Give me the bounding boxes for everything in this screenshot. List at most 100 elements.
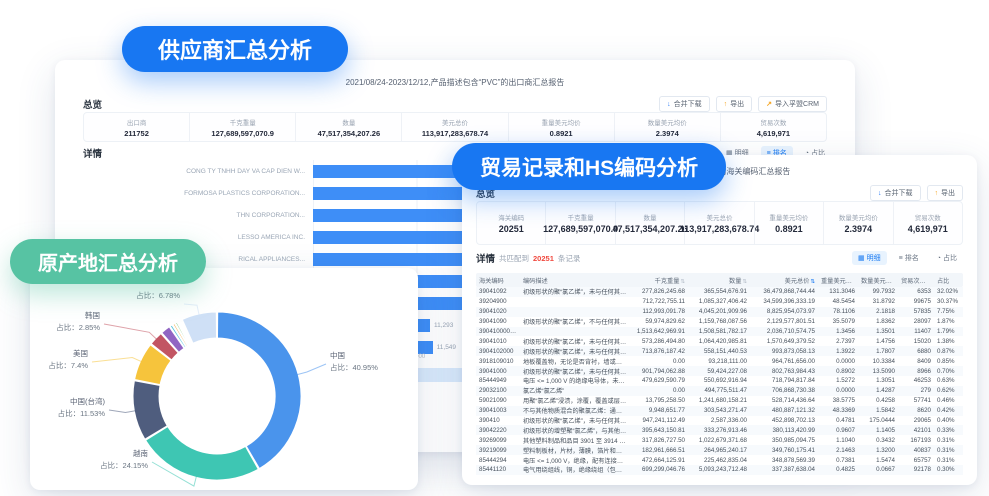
stat-重量美元均价: 重量美元均价0.8921 <box>754 202 823 244</box>
cell: 0.9607 <box>818 427 858 434</box>
cell: 15020 <box>898 338 934 345</box>
table-row[interactable]: 39041000初级形状的聚“氯乙烯”，未与任何其他物质混合 + 未搀杂/未混标… <box>476 366 963 376</box>
table-row[interactable]: 39041092初级形状的聚“氯乙烯”，未与任何其他物质混合：其他：粉末277,… <box>476 287 963 297</box>
stat-value: 127,689,597,070.9 <box>543 224 618 234</box>
donut-slice-越南[interactable] <box>146 427 259 480</box>
button-label: 导出 <box>941 188 955 198</box>
donut-label-name: 美国 <box>48 348 88 360</box>
grid-icon: ▦ <box>858 254 865 262</box>
donut-label-other: 占比：6.78% <box>136 290 180 302</box>
cell: 1,241,680,158.21 <box>688 397 750 404</box>
view-tab-明细[interactable]: ▦明细 <box>852 251 887 265</box>
cell: 地板覆盖物，无论是否背衬，墙或顶棚覆盖物形式，以及铺贴或不可形变重… <box>520 357 630 366</box>
donut-label-percent: 占比：2.85% <box>56 322 100 334</box>
cell: 337,387,638.04 <box>750 466 818 473</box>
column-header-千克重量[interactable]: 千克重量⇅ <box>630 276 688 285</box>
stat-美元总价: 美元总价113,917,283,678.74 <box>684 202 753 244</box>
stat-label: 数量美元均价 <box>648 117 687 127</box>
table-row[interactable]: 85444949电压 <= 1,000 V 的绝缘电导体，未安装连接器，其他绝缘… <box>476 376 963 386</box>
donut-slice-中国[interactable] <box>218 312 301 469</box>
cell: 39041010 <box>476 338 520 345</box>
cell: 39204900 <box>476 298 520 305</box>
column-header-数量[interactable]: 数量⇅ <box>688 276 750 285</box>
table-row[interactable]: 39219099塑料制板材，片材，薄膜，箔片和扁条，经过增强，层压，支撑或与其他… <box>476 445 963 455</box>
view-tab-占比[interactable]: ◔占比 <box>931 251 963 265</box>
table-row[interactable]: 39041090初级形状的聚“氯乙烯”，不与任何其他物质混合：其他聚（氯乙烯）…… <box>476 317 963 327</box>
table-row[interactable]: 29032100氯乙烯“氯乙烯”0.00494,775,511.47706,86… <box>476 386 963 396</box>
cell: 0.85% <box>934 358 963 365</box>
export-button[interactable]: ↑导出 <box>927 185 964 201</box>
cell: 塑料制板材，片材，薄膜，箔片和扁条，经过增强，层压，支撑或与其他… <box>520 446 630 455</box>
cell: 167193 <box>898 437 934 444</box>
cell: 0.42% <box>934 407 963 414</box>
cell: 初级形状的聚“氯乙烯”，未与任何其他物质混合 + 未提供/未知标签 + <box>520 416 630 425</box>
cell: 1.3456 <box>818 328 858 335</box>
bar-category-label: FORMOSA PLASTICS CORPORATION... <box>83 190 305 197</box>
table-row[interactable]: 39041020112,993,091.784,045,201,909.968,… <box>476 307 963 317</box>
detail-section-label: 详情 <box>476 251 495 265</box>
cell: 699,299,046.76 <box>630 466 688 473</box>
merge-download-button[interactable]: ↓合并下载 <box>870 185 921 201</box>
stat-value: 0.8921 <box>550 129 573 138</box>
cell: 1,508,581,782.17 <box>688 328 750 335</box>
button-label: 合并下载 <box>885 188 913 198</box>
column-header-海关编码: 海关编码 <box>476 276 520 285</box>
table-row[interactable]: 3904102000初级形状的聚“氯乙烯”，未与任何其他物质混合：悬浮级 PVC… <box>476 346 963 356</box>
table-row[interactable]: 39204900712,722,755.111,085,327,406.4234… <box>476 297 963 307</box>
sort-icon[interactable]: ⇅ <box>742 279 747 285</box>
donut-label-leader <box>184 304 199 315</box>
stat-数量: 数量47,517,354,207.26 <box>295 113 401 141</box>
stat-label: 数量美元均价 <box>839 212 878 222</box>
stat-label: 重量美元均价 <box>769 212 808 222</box>
table-row[interactable]: 85444294电压 <= 1,000 V，绝缘，配有连接器的电导体，其他：电压… <box>476 455 963 465</box>
merge-download-button[interactable]: ↓合并下载 <box>659 96 710 112</box>
cell: 8620 <box>898 407 934 414</box>
cell: 2,129,577,801.51 <box>750 318 818 325</box>
cell: 1.5474 <box>858 457 898 464</box>
sort-icon[interactable]: ⇅ <box>680 279 685 285</box>
table-row[interactable]: 39041010初级形状的聚“氯乙烯”，未与任何其他物质混合：乳液级 PVC 树… <box>476 336 963 346</box>
sort-icon[interactable]: ⇅ <box>927 279 932 285</box>
table-row[interactable]: 39041003不与其他物质混合的聚氯乙烯：通过本体法或悬浮聚合工艺获得的聚氯乙… <box>476 406 963 416</box>
table-row[interactable]: 390410初级形状的聚“氯乙烯”，未与任何其他物质混合 + 未提供/未知标签 … <box>476 416 963 426</box>
cell: 5,093,243,712.48 <box>688 466 750 473</box>
table-row[interactable]: 3918109010地板覆盖物，无论是否背衬，墙或顶棚覆盖物形式，以及铺贴或不可… <box>476 356 963 366</box>
table-row[interactable]: 39042220初级形状的增塑聚“氯乙烯”，与其他物质混合：颗粒395,643,… <box>476 425 963 435</box>
cell: 35.5079 <box>818 318 858 325</box>
table-row[interactable]: 39269099其他塑料制品和品目 3901 至 3914 所列的其他材料制品（… <box>476 435 963 445</box>
cell: 39041020 <box>476 308 520 315</box>
cell: 2.1818 <box>858 308 898 315</box>
cell: 494,775,511.47 <box>688 387 750 394</box>
sort-icon[interactable]: ⇅ <box>810 279 815 285</box>
view-tab-排名[interactable]: ≡排名 <box>893 251 925 265</box>
cell: 0.70% <box>934 368 963 375</box>
column-header-label: 数量 <box>729 278 741 285</box>
donut-label-percent: 占比：7.4% <box>48 360 88 372</box>
table-row[interactable]: 3904100000191,513,642,969.911,508,581,78… <box>476 327 963 337</box>
cell: 303,543,271.47 <box>688 407 750 414</box>
table-row[interactable]: 59021090用聚“氯乙烯”浸渍，涂覆，覆盖或层压的帘子布（不包括用聚“氯乙…… <box>476 396 963 406</box>
cell: 85444949 <box>476 377 520 384</box>
column-header-贸易次数[interactable]: 贸易次数⇅ <box>898 276 934 285</box>
column-header-label: 编码描述 <box>523 278 548 285</box>
stat-value: 47,517,354,207.26 <box>613 224 688 234</box>
stat-label: 出口商 <box>127 117 147 127</box>
import-crm-button[interactable]: ↗导入孚盟CRM <box>758 96 827 112</box>
cell: 1,513,642,969.91 <box>630 328 688 335</box>
cell: 8966 <box>898 368 934 375</box>
cell: 85441120 <box>476 466 520 473</box>
cell: 初级形状的聚“氯乙烯”，未与任何其他物质混合 + 未搀杂/未混标签 + <box>520 367 630 376</box>
origin-donut-chart <box>30 268 418 490</box>
cell: 36,479,868,744.44 <box>750 288 818 295</box>
cell: 6880 <box>898 348 934 355</box>
column-header-label: 海关编码 <box>479 278 504 285</box>
export-button[interactable]: ↑导出 <box>716 96 753 112</box>
column-header-label: 数量美元均价 <box>861 278 898 285</box>
cell: 0.40% <box>934 417 963 424</box>
cell: 1.1040 <box>818 437 858 444</box>
stat-value: 113,917,283,678.74 <box>680 224 760 234</box>
cell: 59,424,227.08 <box>688 368 750 375</box>
column-header-美元总价[interactable]: 美元总价⇅ <box>750 276 818 285</box>
table-row[interactable]: 85441120电气用绕组线，铜，绝缘绕组（包括漆包或阳极氧化）电线，电缆（包…… <box>476 465 963 475</box>
cell: 78.1106 <box>818 308 858 315</box>
